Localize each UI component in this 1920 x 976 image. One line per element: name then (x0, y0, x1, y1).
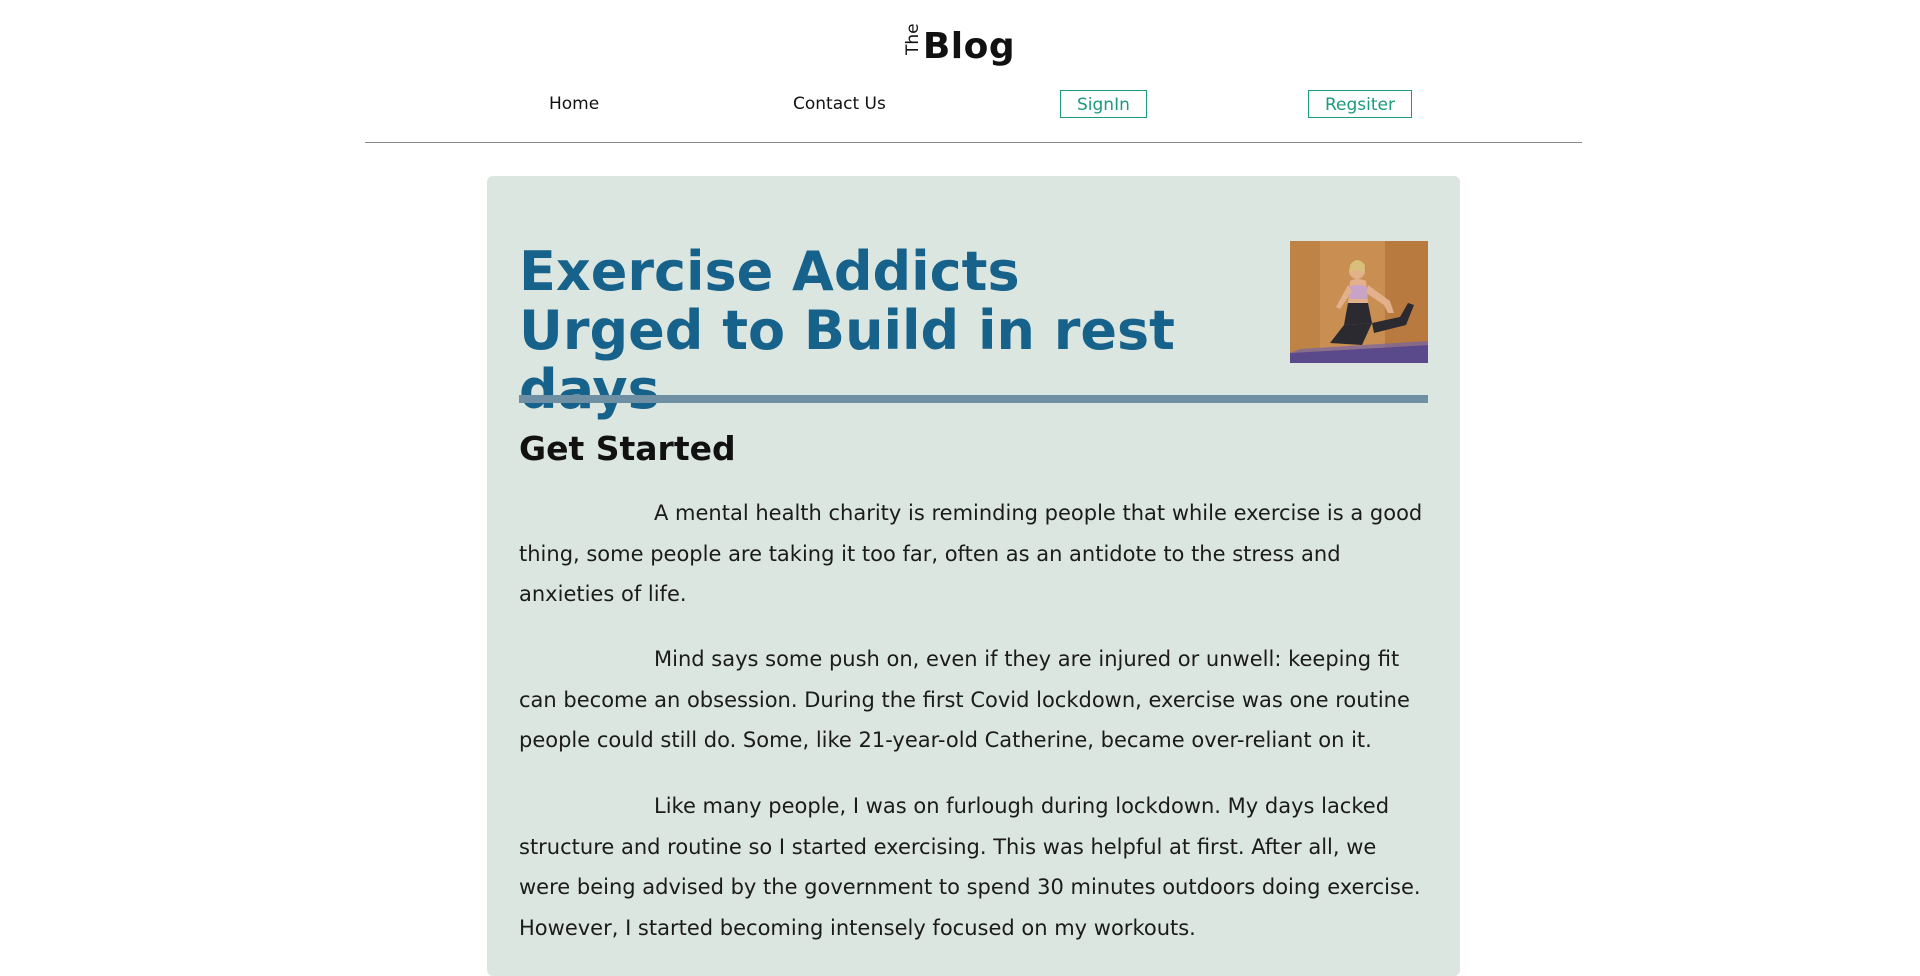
nav-contact-link[interactable]: Contact Us (793, 89, 886, 119)
article-card: Exercise Addicts Urged to Build in rest … (487, 176, 1460, 976)
site-header: TheBlog Home Contact Us SignIn Regsiter (0, 0, 1920, 200)
header-divider (365, 142, 1582, 143)
title-divider (519, 395, 1428, 403)
register-button[interactable]: Regsiter (1308, 90, 1412, 118)
nav-home-link[interactable]: Home (549, 89, 599, 119)
site-logo[interactable]: TheBlog (0, 23, 1920, 76)
main-nav: Home Contact Us SignIn Regsiter (0, 89, 1920, 123)
signin-button[interactable]: SignIn (1060, 90, 1147, 118)
article-paragraph-1: A mental health charity is reminding peo… (519, 501, 1423, 606)
logo-the-text: The (902, 23, 923, 55)
logo-blog-text: Blog (922, 26, 1016, 67)
article-paragraph-2: Mind says some push on, even if they are… (519, 647, 1410, 752)
section-heading: Get Started (519, 429, 736, 468)
yoga-image (1290, 241, 1428, 363)
article-title: Exercise Addicts Urged to Build in rest … (519, 240, 1175, 421)
article-paragraph-3: Like many people, I was on furlough duri… (519, 794, 1421, 940)
article-thumbnail (1290, 241, 1428, 363)
